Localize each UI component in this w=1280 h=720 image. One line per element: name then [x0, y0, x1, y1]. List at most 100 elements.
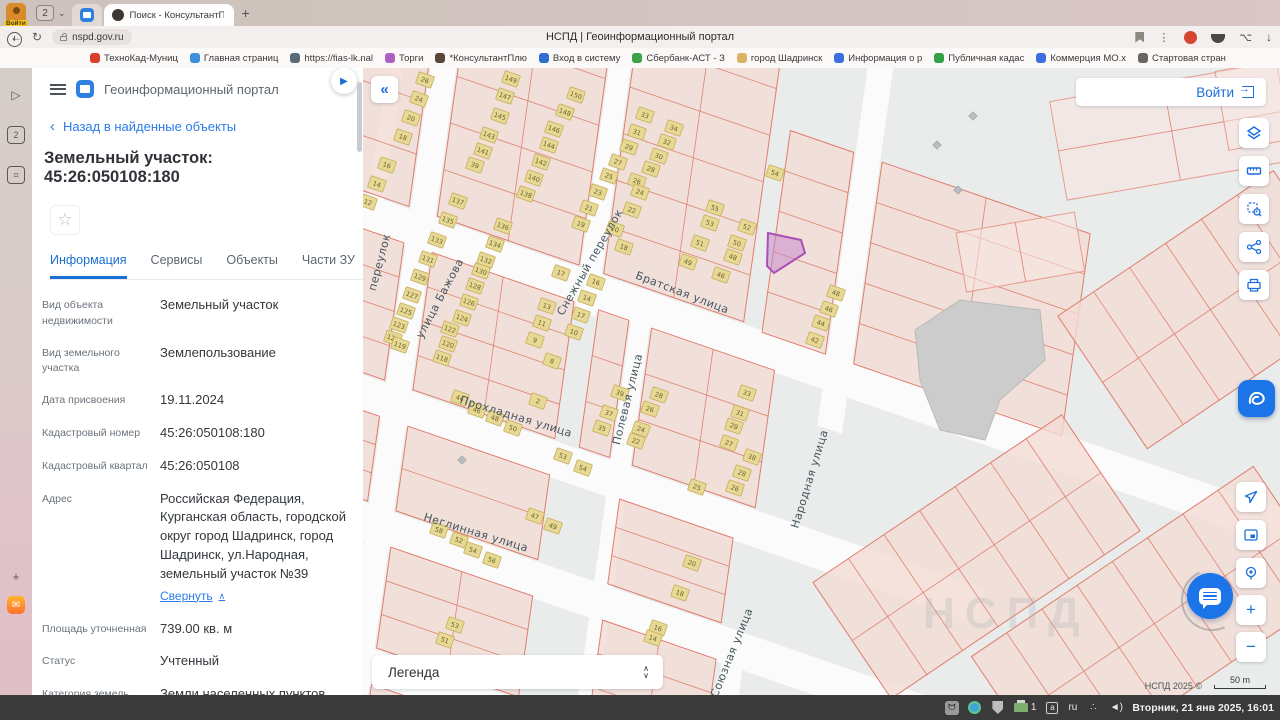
field-row: Кадастровый номер 45:26:050108:180 [42, 424, 353, 443]
assistant-button[interactable] [1238, 380, 1275, 417]
layers-button[interactable] [1239, 118, 1269, 148]
chat-button[interactable] [1187, 573, 1233, 619]
taskbar: ᗢ 1 a ru ∴ ◄) Вторник, 21 янв 2025, 16:0… [0, 695, 1280, 720]
field-row: Адрес Российская Федерация, Курганская об… [42, 490, 353, 606]
map-canvas[interactable]: 2624201816141214914714514314139150148146… [363, 68, 1280, 695]
printer-icon[interactable] [1013, 700, 1028, 712]
locate-button[interactable] [1236, 482, 1266, 512]
search-coordinates-button[interactable] [1236, 558, 1266, 588]
login-arrow-icon [1239, 83, 1254, 98]
field-value: 739.00 кв. м [160, 620, 233, 636]
browser-tabstrip: Войти 2 ⌄ Поиск - КонсультантПлю + [0, 0, 1280, 27]
bookmark-favicon [90, 53, 100, 63]
tabs-count-icon[interactable]: 2 [7, 126, 25, 144]
menu-burger-icon[interactable] [50, 83, 66, 95]
field-row: Статус Учтенный [42, 652, 353, 671]
bookmark-favicon [189, 53, 200, 63]
collections-icon[interactable]: ⌥ [1239, 31, 1252, 44]
bookmark-item[interactable]: Коммерция МО.х [1032, 53, 1130, 64]
geodetic-point-icon [932, 140, 942, 150]
taskbar-clock[interactable]: Вторник, 21 янв 2025, 16:01 [1132, 702, 1274, 714]
tab-Объекты[interactable]: Объекты [226, 253, 278, 279]
volume-icon[interactable]: ◄) [1109, 701, 1123, 715]
yandex-mail-icon[interactable]: ✉ [7, 596, 25, 614]
sync-icon[interactable] [968, 701, 982, 714]
field-value: Учтенный [160, 653, 220, 669]
favorite-star-button[interactable]: ☆ [50, 205, 80, 235]
screenshot-icon[interactable]: ⌗ [7, 166, 25, 184]
bookmark-item[interactable]: Сбербанк-АСТ - З [628, 53, 729, 64]
geodetic-point-icon [968, 111, 978, 121]
panel-scrollbar[interactable] [357, 74, 362, 689]
bookmark-item[interactable]: *КонсультантПлю [431, 53, 530, 64]
language-indicator[interactable]: ru [1068, 702, 1077, 713]
system-tray: ᗢ 1 a ru ∴ ◄) Вторник, 21 янв 2025, 16:0… [944, 700, 1274, 715]
bookmark-item[interactable]: Стартовая стран [1134, 53, 1230, 64]
scale-label: 50 m [1229, 675, 1250, 685]
field-label: Вид объекта недвижимости [42, 299, 113, 327]
bookmark-item[interactable]: Информация о р [830, 53, 926, 64]
share-button[interactable] [1239, 232, 1269, 262]
bookmark-item[interactable]: https://fias-lk.nal [286, 53, 377, 64]
downloads-icon[interactable]: ↓ [1266, 30, 1272, 44]
geoportal-title: Геоинформационный портал [104, 81, 279, 97]
tab-consultant[interactable]: Поиск - КонсультантПлю [103, 4, 234, 26]
field-label: Статус [42, 655, 76, 668]
bookmark-item[interactable]: ТехноКад-Муниц [86, 53, 182, 64]
tab-title: Поиск - КонсультантПлю [129, 9, 224, 21]
browser-profile-avatar[interactable]: Войти [4, 3, 28, 27]
measure-button[interactable] [1239, 156, 1269, 186]
tab-Информация[interactable]: Информация [50, 253, 127, 279]
collapse-address-link[interactable]: Свернуть ∧ [160, 588, 225, 605]
select-area-button[interactable] [1239, 194, 1269, 224]
new-tab-button[interactable]: + [242, 5, 250, 21]
bookmark-favicon [934, 53, 945, 63]
zoom-out-button[interactable]: − [1236, 632, 1266, 662]
legend-expand-icon[interactable]: ∧ ∨ [643, 664, 649, 679]
map-scalebar: 50 m [1214, 675, 1266, 689]
tab-Сервисы[interactable]: Сервисы [151, 253, 203, 279]
consultant-favicon [111, 9, 124, 21]
add-panel-icon[interactable]: + [7, 568, 25, 586]
tab-list-chevron-icon[interactable]: ⌄ [58, 8, 66, 19]
print-button[interactable] [1239, 270, 1269, 300]
alice-icon[interactable] [1211, 34, 1226, 43]
tabs-scroll-button[interactable]: ▶ [331, 68, 357, 94]
building-marker: 54 [765, 164, 785, 182]
bookmark-item[interactable]: Главная страниц [186, 53, 282, 64]
bookmark-item[interactable]: Вход в систему [535, 53, 625, 64]
play-icon[interactable]: ▷ [7, 86, 25, 104]
field-label: Вид земельного участка [42, 346, 120, 375]
street-label: Народная улица [788, 428, 830, 530]
bookmark-item[interactable]: Торги [381, 53, 427, 64]
minimap-button[interactable] [1236, 520, 1266, 550]
legend-bar[interactable]: Легенда ∧ ∨ [372, 655, 663, 689]
tab-count-chip[interactable]: 2 [36, 5, 54, 21]
panel-collapse-button[interactable]: « [371, 76, 398, 103]
field-label: Площадь уточненная [42, 622, 147, 635]
menu-dots-icon[interactable]: ⋮ [1158, 31, 1170, 44]
page-title: НСПД | Геоинформационный портал [545, 31, 735, 43]
tray-app-icon[interactable]: ᗢ [944, 700, 959, 715]
back-to-results-link[interactable]: ‹ Назад в найденные объекты [50, 118, 363, 135]
shield-icon[interactable] [992, 701, 1004, 714]
field-value: Земельный участок [160, 297, 279, 312]
object-info-panel: Геоинформационный портал ‹ Назад в найде… [32, 68, 363, 695]
extension-icon[interactable] [1184, 30, 1198, 44]
map-attribution: НСПД 2025 © [1144, 681, 1202, 691]
parcel-fields: Вид объекта недвижимости Земельный участо… [32, 280, 363, 695]
network-icon[interactable]: ∴ [1086, 701, 1100, 715]
tab-Части ЗУ[interactable]: Части ЗУ [302, 253, 355, 279]
legend-label: Легенда [388, 664, 440, 680]
input-method-icon[interactable]: a [1046, 701, 1059, 714]
bookmark-flag-icon[interactable] [1135, 31, 1145, 43]
browser-side-rail: ▷ 2 ⌗ + ✉ [0, 32, 32, 695]
field-row: Дата присвоения 19.11.2024 [42, 391, 353, 410]
login-button[interactable]: Войти [1076, 78, 1266, 106]
history-icon[interactable] [7, 32, 22, 47]
tab-nspd[interactable] [71, 4, 102, 26]
building-marker: 49 [543, 517, 563, 535]
bookmark-item[interactable]: город Шадринск [733, 53, 826, 64]
bookmark-item[interactable]: Публичная кадас [930, 53, 1028, 64]
bookmarks-bar: ТехноКад-Муниц Главная страниц https://fia… [0, 48, 1280, 68]
